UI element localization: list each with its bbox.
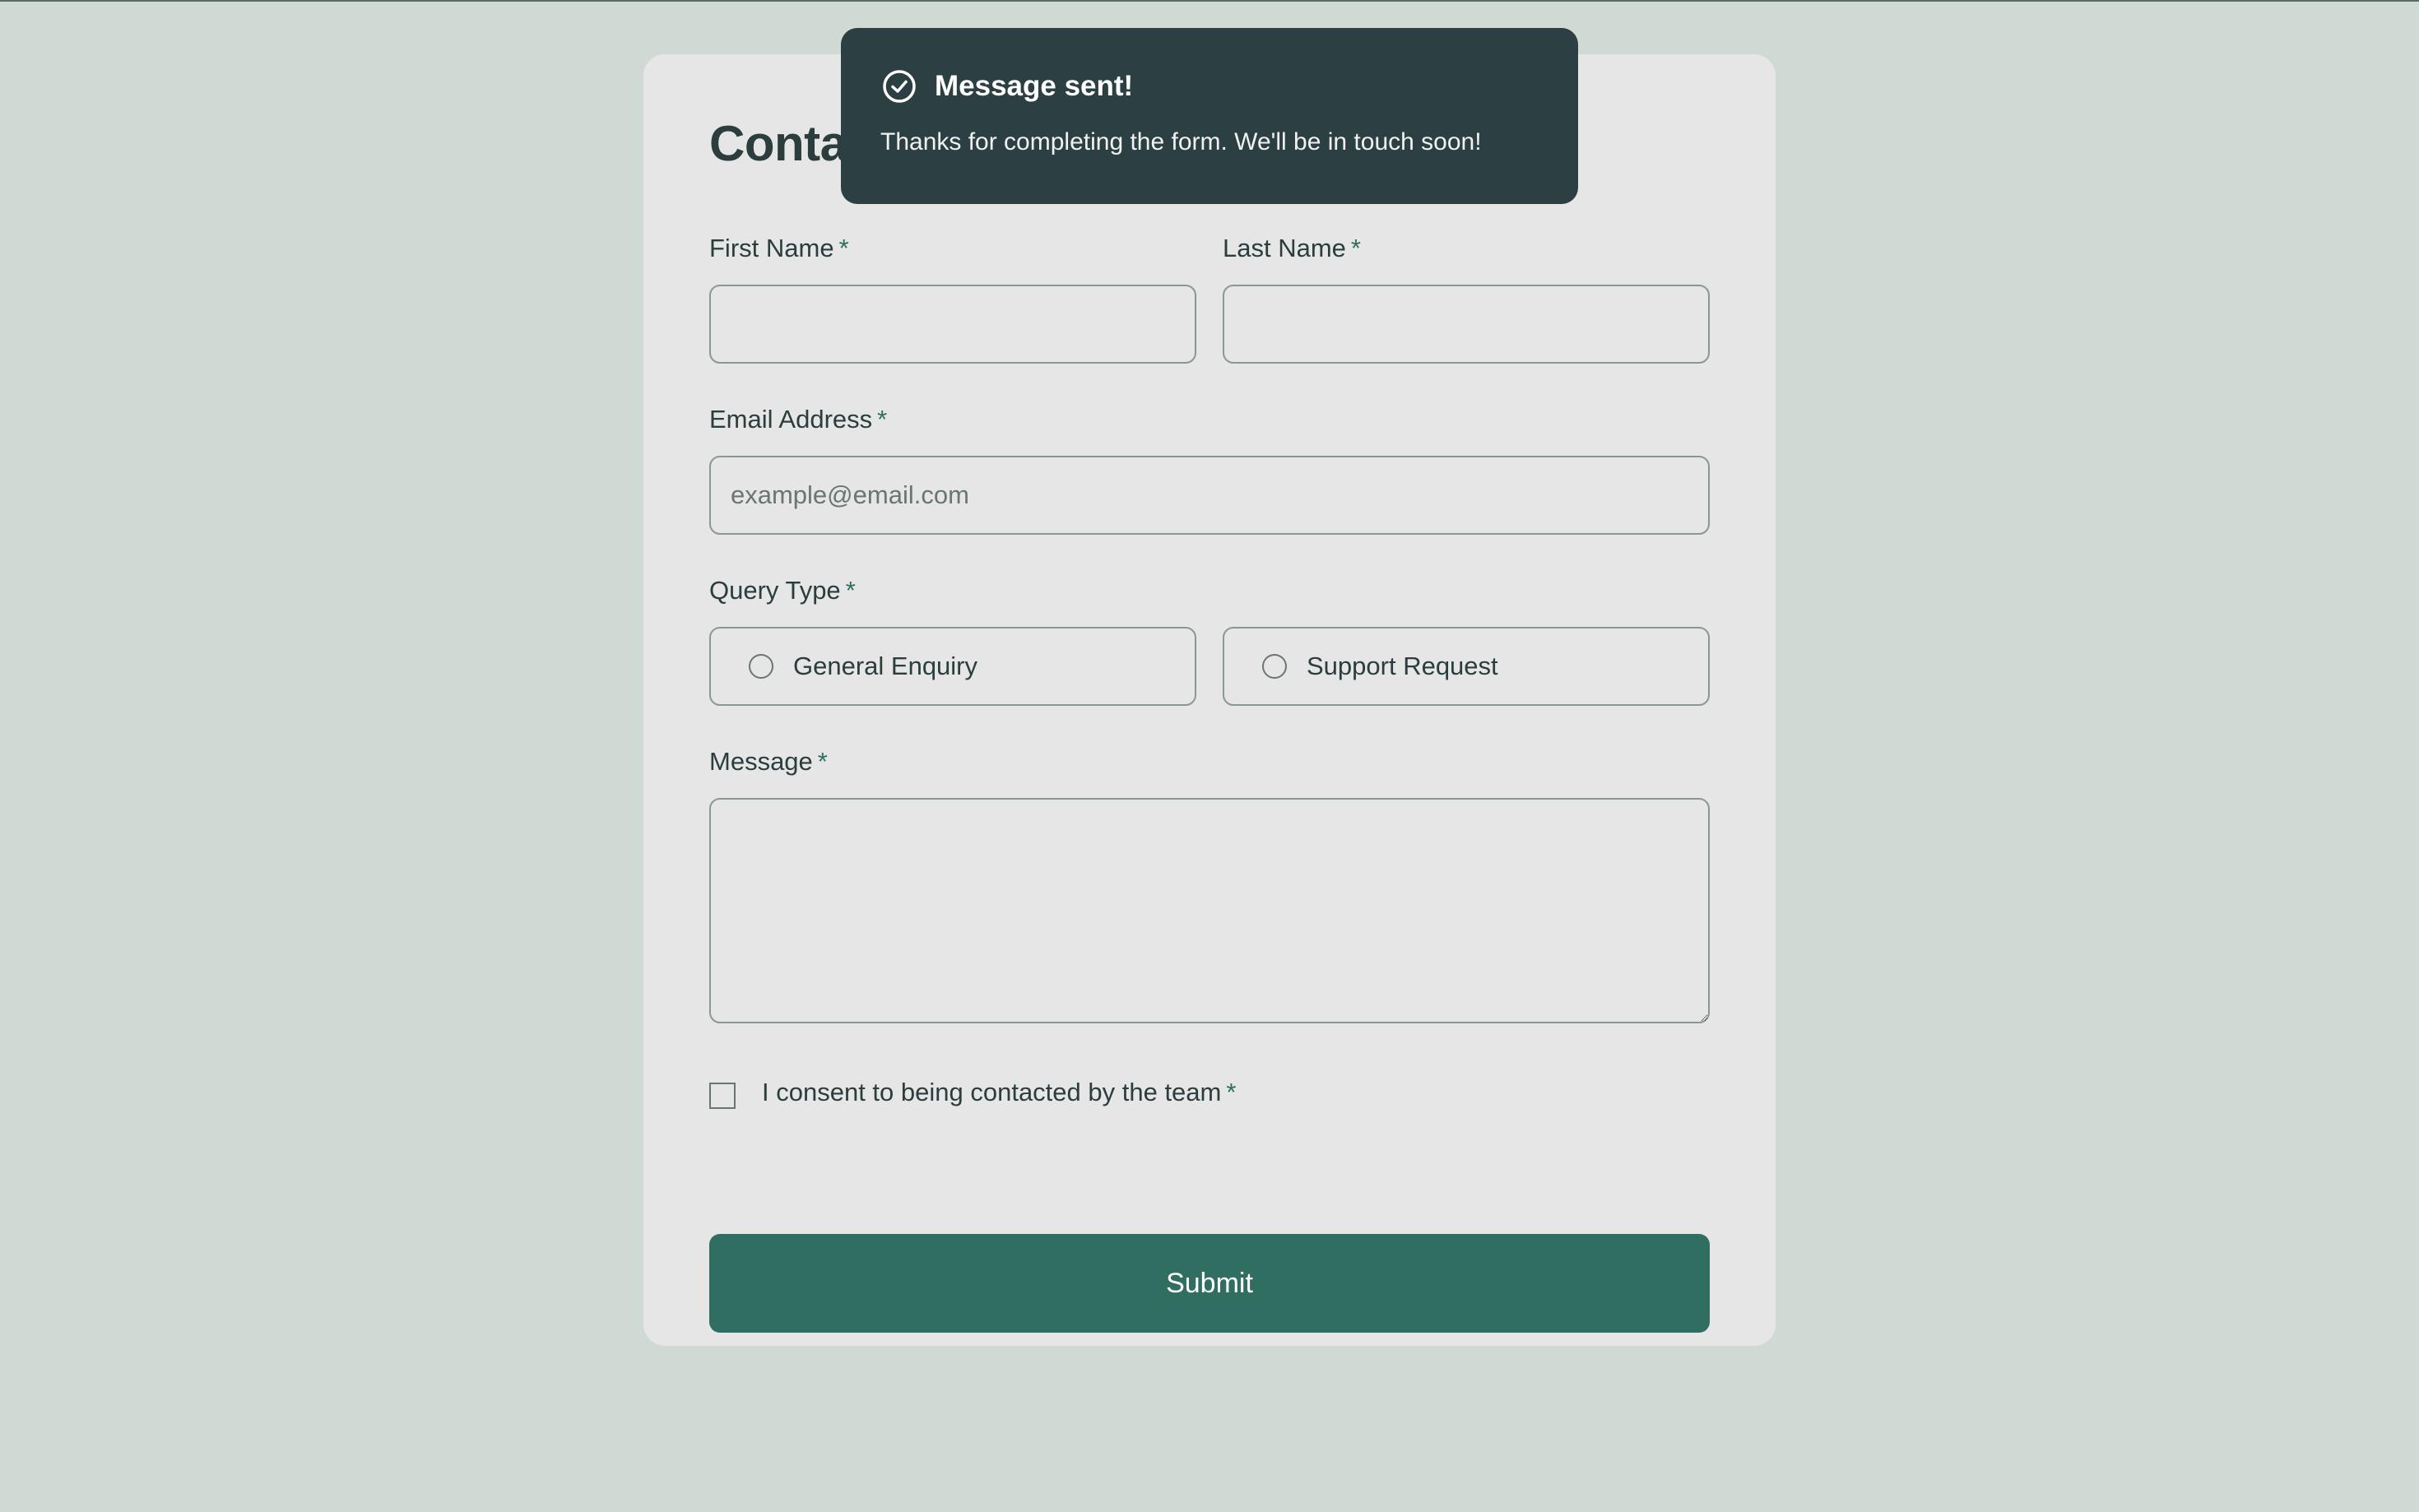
required-mark: * — [1226, 1078, 1237, 1106]
query-type-label: Query Type * — [709, 576, 856, 605]
first-name-label: First Name * — [709, 234, 849, 263]
radio-button-icon[interactable] — [749, 654, 773, 679]
message-label-text: Message — [709, 747, 813, 776]
consent-label[interactable]: I consent to being contacted by the team… — [762, 1078, 1236, 1107]
email-label-text: Email Address — [709, 405, 873, 434]
last-name-input[interactable] — [1223, 285, 1710, 364]
success-toast: Message sent! Thanks for completing the … — [841, 28, 1578, 204]
required-mark: * — [1350, 234, 1361, 262]
check-circle-icon — [883, 70, 916, 103]
message-label: Message * — [709, 747, 828, 777]
email-label: Email Address * — [709, 405, 887, 434]
contact-form-card: Contact Us First Name * Last Name * Email … — [643, 54, 1776, 1346]
required-mark: * — [838, 234, 849, 262]
toast-header: Message sent! — [882, 69, 1133, 104]
last-name-label-text: Last Name — [1223, 234, 1346, 262]
radio-general-enquiry-label: General Enquiry — [793, 652, 978, 680]
message-textarea[interactable] — [709, 798, 1710, 1023]
radio-support-request[interactable]: Support Request — [1223, 627, 1710, 706]
consent-label-text: I consent to being contacted by the team — [762, 1078, 1222, 1106]
radio-support-request-label: Support Request — [1307, 652, 1498, 680]
first-name-input[interactable] — [709, 285, 1196, 364]
query-type-label-text: Query Type — [709, 576, 841, 605]
email-input[interactable] — [709, 456, 1710, 535]
required-mark: * — [817, 747, 828, 776]
consent-checkbox[interactable] — [709, 1083, 736, 1109]
radio-general-enquiry[interactable]: General Enquiry — [709, 627, 1196, 706]
first-name-label-text: First Name — [709, 234, 834, 262]
submit-button[interactable]: Submit — [709, 1234, 1710, 1333]
required-mark: * — [877, 405, 888, 434]
last-name-label: Last Name * — [1223, 234, 1361, 263]
toast-title: Message sent! — [935, 70, 1134, 102]
required-mark: * — [845, 576, 856, 605]
toast-message: Thanks for completing the form. We'll be… — [880, 128, 1482, 155]
radio-button-icon[interactable] — [1262, 654, 1287, 679]
